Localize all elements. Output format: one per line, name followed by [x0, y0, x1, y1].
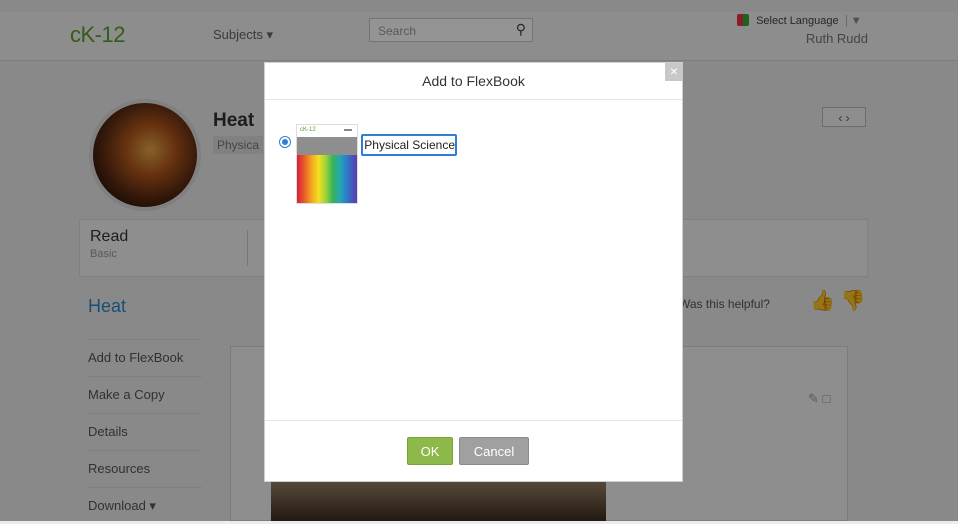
cancel-button[interactable]: Cancel [459, 437, 529, 465]
book-cover-thumbnail[interactable]: cK-12 [296, 124, 358, 204]
cover-gray-band [297, 137, 357, 155]
dialog-footer-divider [265, 420, 682, 421]
cover-minus-icon [344, 129, 352, 131]
dialog-title: Add to FlexBook [265, 63, 682, 100]
ok-button[interactable]: OK [407, 437, 453, 465]
cover-rainbow-stripes [297, 155, 357, 203]
close-icon[interactable]: × [665, 63, 683, 81]
add-to-flexbook-dialog: Add to FlexBook × cK-12 Physical Science… [264, 62, 683, 482]
book-name-field[interactable]: Physical Science [361, 134, 457, 156]
book-radio-button[interactable] [279, 136, 291, 148]
cover-logo: cK-12 [300, 127, 316, 133]
